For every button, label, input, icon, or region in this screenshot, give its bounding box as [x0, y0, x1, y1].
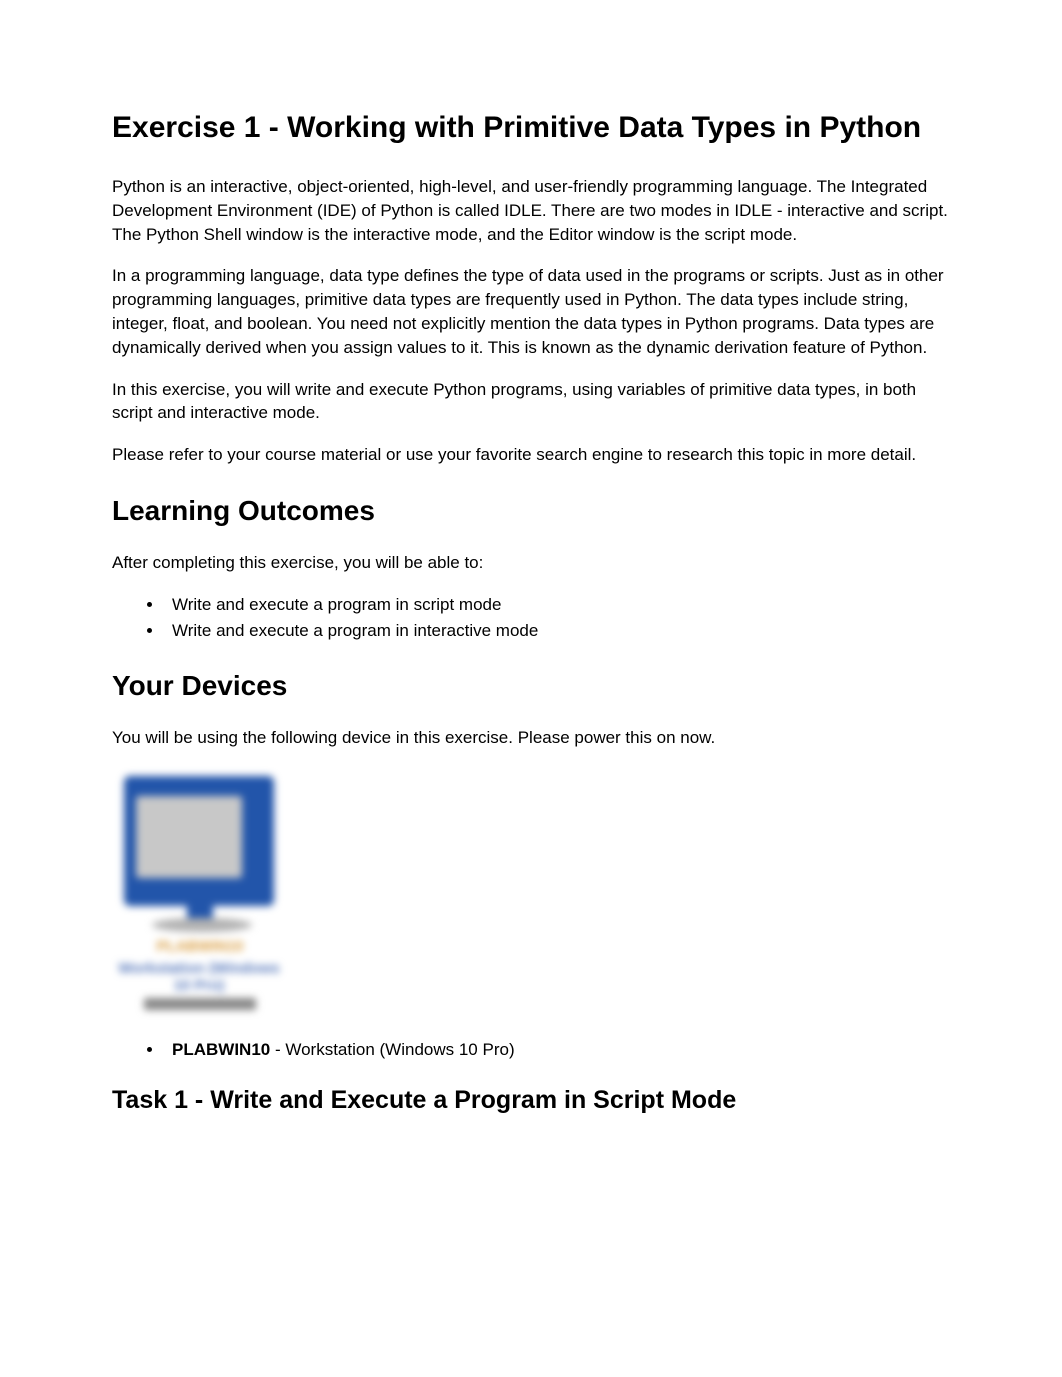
- learning-outcomes-list: Write and execute a program in script mo…: [112, 593, 950, 643]
- intro-paragraph-2: In a programming language, data type def…: [112, 264, 950, 359]
- device-blur-label-2: Workstation (Windows 10 Pro): [114, 960, 284, 994]
- list-item: PLABWIN10 - Workstation (Windows 10 Pro): [164, 1038, 950, 1062]
- device-name: PLABWIN10: [172, 1040, 270, 1059]
- intro-paragraph-1: Python is an interactive, object-oriente…: [112, 175, 950, 246]
- your-devices-intro: You will be using the following device i…: [112, 726, 950, 750]
- task-1-heading: Task 1 - Write and Execute a Program in …: [112, 1086, 950, 1115]
- list-item: Write and execute a program in interacti…: [164, 619, 950, 643]
- base-icon: [152, 918, 252, 932]
- your-devices-heading: Your Devices: [112, 670, 950, 702]
- device-image: PLABWIN10 Workstation (Windows 10 Pro): [112, 768, 287, 1018]
- screen-icon: [136, 796, 242, 878]
- intro-paragraph-3: In this exercise, you will write and exe…: [112, 378, 950, 426]
- device-description: - Workstation (Windows 10 Pro): [270, 1040, 514, 1059]
- device-blur-label-1: PLABWIN10: [134, 938, 266, 952]
- list-item: Write and execute a program in script mo…: [164, 593, 950, 617]
- intro-paragraph-4: Please refer to your course material or …: [112, 443, 950, 467]
- device-list: PLABWIN10 - Workstation (Windows 10 Pro): [112, 1038, 950, 1062]
- learning-outcomes-heading: Learning Outcomes: [112, 495, 950, 527]
- page-title: Exercise 1 - Working with Primitive Data…: [112, 108, 950, 147]
- learning-outcomes-intro: After completing this exercise, you will…: [112, 551, 950, 575]
- device-blur-label-3: [144, 998, 256, 1010]
